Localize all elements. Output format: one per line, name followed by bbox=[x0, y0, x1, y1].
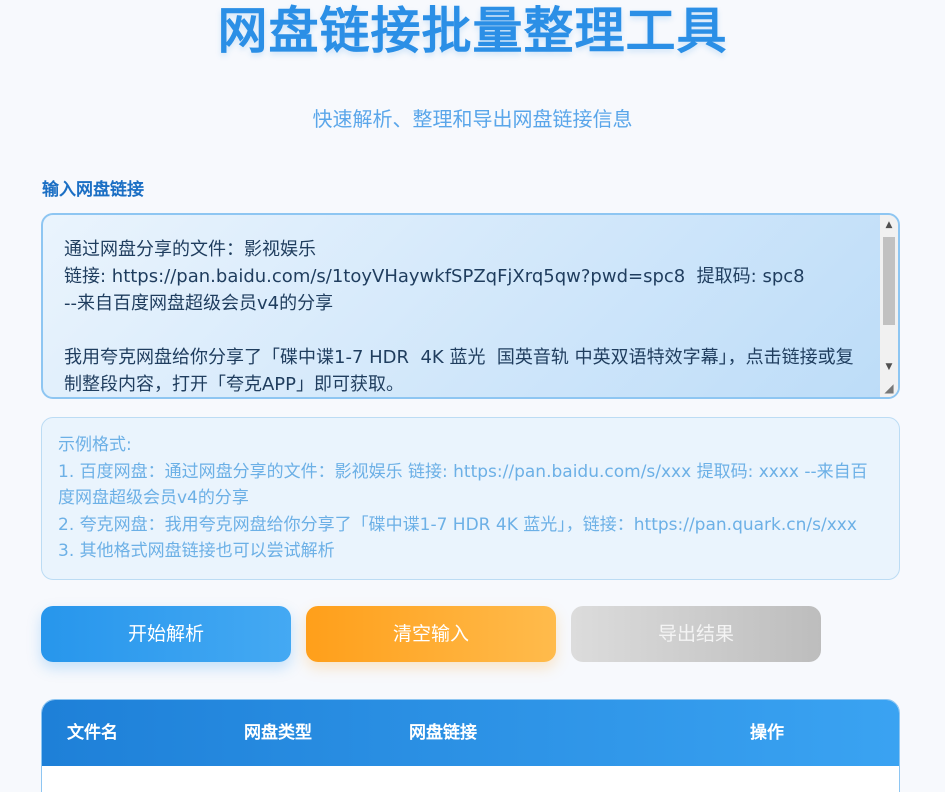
start-parse-button[interactable]: 开始解析 bbox=[41, 606, 291, 662]
page: 网盘链接批量整理工具 快速解析、整理和导出网盘链接信息 输入网盘链接 通过网盘分… bbox=[0, 0, 945, 792]
page-title: 网盘链接批量整理工具 bbox=[217, 2, 728, 60]
scroll-down-arrow-icon[interactable]: ▼ bbox=[880, 359, 898, 375]
textarea-scrollbar[interactable]: ▲ ▼ bbox=[880, 215, 898, 397]
table-header: 文件名 网盘类型 网盘链接 操作 bbox=[42, 700, 899, 766]
column-header-actions: 操作 bbox=[750, 723, 784, 743]
clear-input-button[interactable]: 清空输入 bbox=[306, 606, 556, 662]
column-header-pan-link: 网盘链接 bbox=[409, 723, 477, 743]
example-line-baidu: 1. 百度网盘：通过网盘分享的文件：影视娱乐 链接: https://pan.b… bbox=[58, 461, 868, 509]
link-input-textarea[interactable]: 通过网盘分享的文件：影视娱乐 链接: https://pan.baidu.com… bbox=[41, 213, 900, 399]
column-header-filename: 文件名 bbox=[67, 723, 118, 743]
resize-grip-icon[interactable]: ◢ bbox=[880, 379, 898, 397]
example-line-quark: 2. 夸克网盘：我用夸克网盘给你分享了「碟中谍1-7 HDR 4K 蓝光」，链接… bbox=[58, 514, 857, 535]
example-line-other: 3. 其他格式网盘链接也可以尝试解析 bbox=[58, 541, 335, 561]
example-title: 示例格式: bbox=[58, 435, 132, 455]
input-label: 输入网盘链接 bbox=[42, 180, 144, 200]
link-input-text[interactable]: 通过网盘分享的文件：影视娱乐 链接: https://pan.baidu.com… bbox=[64, 236, 864, 397]
page-subtitle: 快速解析、整理和导出网盘链接信息 bbox=[312, 107, 633, 131]
column-header-pan-type: 网盘类型 bbox=[244, 723, 312, 743]
example-format-box: 示例格式: 1. 百度网盘：通过网盘分享的文件：影视娱乐 链接: https:/… bbox=[41, 417, 900, 580]
results-table: 文件名 网盘类型 网盘链接 操作 bbox=[41, 699, 900, 792]
scroll-thumb[interactable] bbox=[883, 237, 895, 325]
export-results-button[interactable]: 导出结果 bbox=[571, 606, 821, 662]
scroll-up-arrow-icon[interactable]: ▲ bbox=[880, 217, 898, 233]
